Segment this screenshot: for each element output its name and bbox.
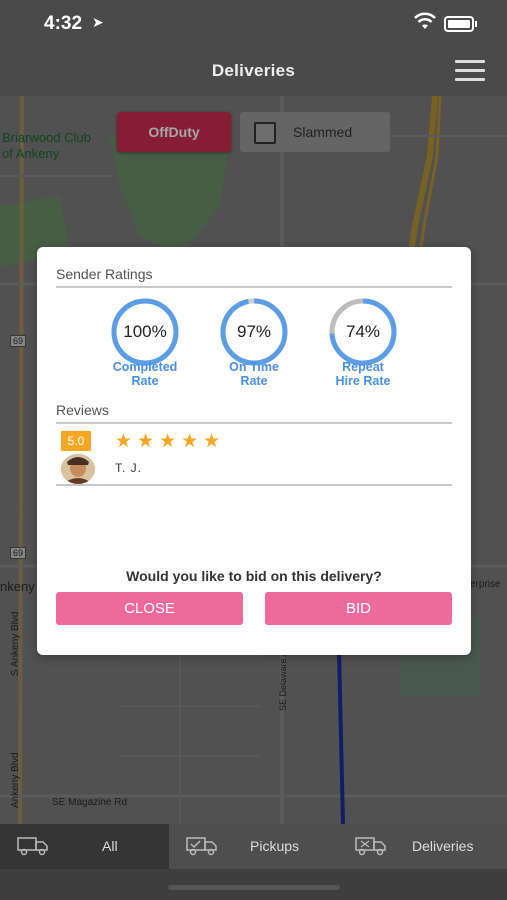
reviewer-avatar: [61, 454, 95, 484]
review-score-badge: 5.0: [61, 431, 91, 451]
status-bar: 4:32 ➤: [0, 0, 507, 46]
page-title: Deliveries: [211, 61, 296, 80]
battery-icon: [444, 16, 477, 32]
divider: [56, 286, 452, 288]
tab-deliveries[interactable]: Deliveries: [338, 824, 507, 869]
status-time: 4:32: [44, 13, 83, 34]
divider: [56, 422, 452, 424]
home-indicator: [168, 885, 340, 890]
tab-all[interactable]: All: [0, 824, 169, 869]
hamburger-menu-icon[interactable]: [455, 60, 485, 82]
bid-dialog: Sender Ratings 100% Completed Rate 97% On…: [37, 247, 471, 655]
bid-button[interactable]: BID: [265, 592, 452, 625]
reviews-title: Reviews: [56, 402, 109, 418]
wifi-icon: [414, 12, 436, 29]
tab-label: All: [102, 838, 118, 854]
pickup-truck-icon: [186, 837, 217, 856]
rating-caption-on-time: On Time Rate: [229, 360, 279, 388]
rating-ring-on-time: 97%: [219, 297, 289, 367]
rating-value: 74%: [345, 322, 381, 341]
close-button[interactable]: CLOSE: [56, 592, 243, 625]
tab-label: Deliveries: [412, 838, 474, 854]
divider: [56, 484, 452, 486]
rating-caption-completed: Completed Rate: [112, 360, 178, 388]
location-arrow-icon: ➤: [92, 14, 104, 30]
sender-ratings-title: Sender Ratings: [56, 266, 153, 282]
tab-pickups[interactable]: Pickups: [169, 824, 338, 869]
rating-caption-repeat-hire: Repeat Hire Rate: [335, 360, 391, 388]
nav-bar: Deliveries: [0, 46, 507, 96]
bid-question: Would you like to bid on this delivery?: [126, 568, 382, 584]
tab-label: Pickups: [250, 838, 300, 854]
review-stars: ★★★★★: [115, 431, 226, 452]
rating-value: 97%: [236, 322, 272, 341]
tab-bar: All Pickups Deliveries: [0, 824, 507, 900]
rating-ring-completed: 100%: [110, 297, 180, 367]
truck-icon: [17, 837, 48, 856]
rating-ring-repeat-hire: 74%: [328, 297, 398, 367]
rating-value: 100%: [123, 322, 167, 341]
reviewer-name: T. J.: [115, 461, 143, 475]
delivery-truck-icon: [355, 837, 386, 856]
